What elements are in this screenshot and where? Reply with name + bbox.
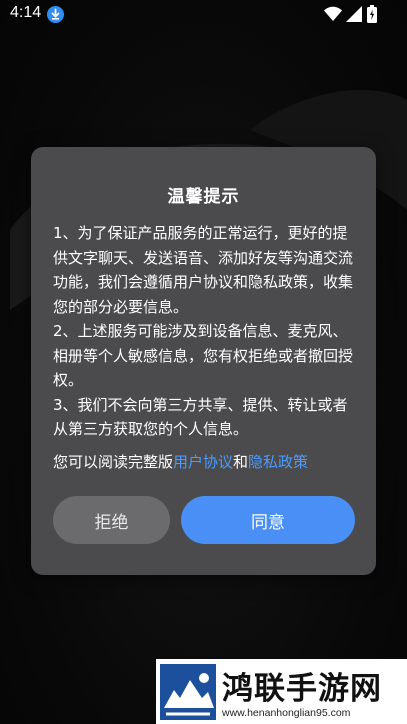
dialog-paragraph-1: 1、为了保证产品服务的正常运行，更好的提供文字聊天、发送语音、添加好友等沟通交流… (53, 224, 354, 316)
dialog-paragraph-2: 2、上述服务可能涉及到设备信息、麦克风、相册等个人敏感信息，您有权拒绝或者撤回授… (53, 322, 354, 389)
dialog-body: 1、为了保证产品服务的正常运行，更好的提供文字聊天、发送语音、添加好友等沟通交流… (53, 221, 357, 442)
refuse-button[interactable]: 拒绝 (53, 496, 170, 544)
signal-icon (346, 6, 362, 22)
status-bar: 4:14 (0, 0, 407, 30)
battery-icon (367, 5, 377, 23)
watermark-url: www.henanhonglian95.com (222, 707, 351, 719)
agreement-prefix: 您可以阅读完整版 (53, 453, 174, 471)
dialog-title: 温馨提示 (167, 187, 240, 207)
agreement-and: 和 (233, 453, 249, 471)
agree-button[interactable]: 同意 (181, 496, 355, 544)
user-agreement-link[interactable]: 用户协议 (173, 453, 233, 471)
agreement-line: 您可以阅读完整版用户协议和隐私政策 (53, 450, 357, 474)
download-icon (47, 6, 64, 23)
watermark-title: 鸿联手游网 (222, 671, 382, 707)
dialog-paragraph-3: 3、我们不会向第三方共享、提供、转让或者从第三方获取您的个人信息。 (53, 395, 348, 439)
privacy-policy-link[interactable]: 隐私政策 (248, 453, 308, 471)
wifi-icon (324, 6, 342, 21)
privacy-dialog: 温馨提示 1、为了保证产品服务的正常运行，更好的提供文字聊天、发送语音、添加好友… (31, 147, 376, 575)
app-screen: 4:14 温馨提示 1、为了保证产品服务的正常运行，更好的提供文字聊天、发送语音… (0, 0, 407, 724)
status-time: 4:14 (10, 4, 42, 21)
site-watermark: 鸿联手游网 www.henanhonglian95.com (156, 659, 407, 724)
watermark-logo-icon (160, 664, 216, 720)
